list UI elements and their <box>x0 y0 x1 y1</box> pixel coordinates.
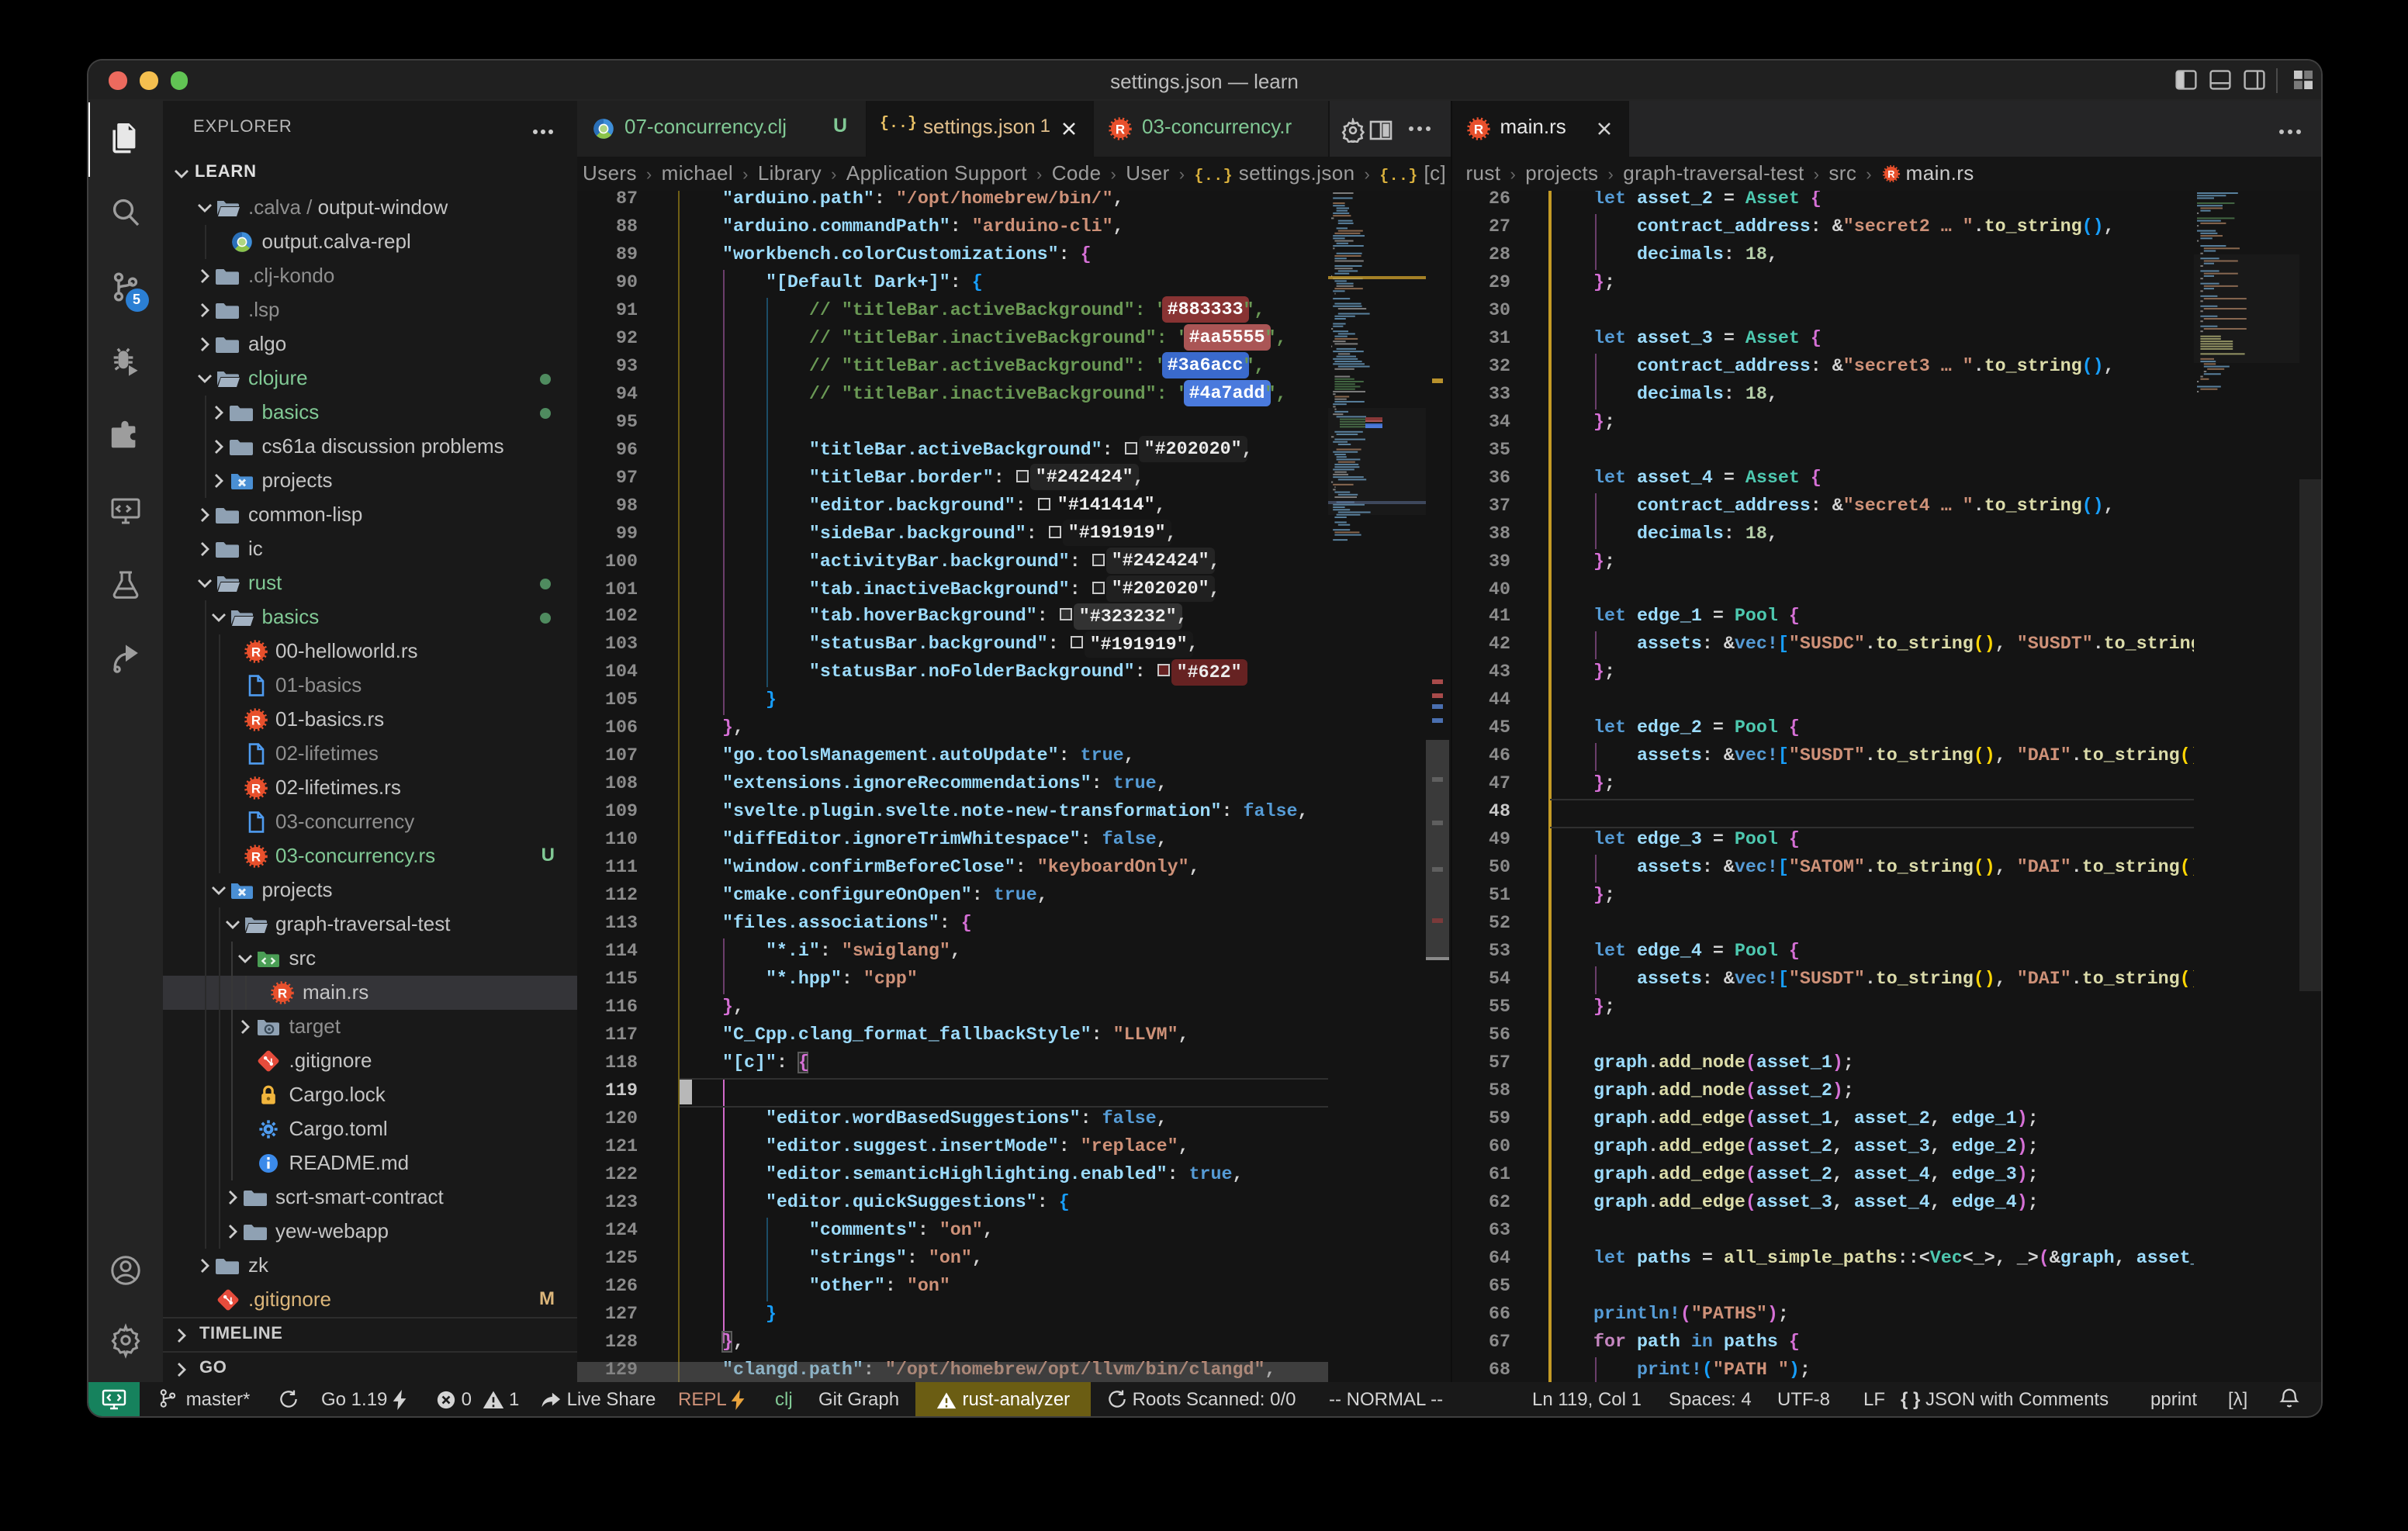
svg-text:R: R <box>251 713 260 727</box>
svg-text:R: R <box>1887 168 1894 180</box>
svg-text:R: R <box>251 849 260 864</box>
svg-text:R: R <box>251 781 260 796</box>
svg-text:R: R <box>251 645 260 659</box>
svg-text:R: R <box>278 986 287 1001</box>
svg-text:R: R <box>1473 122 1483 137</box>
svg-text:R: R <box>1116 122 1125 137</box>
